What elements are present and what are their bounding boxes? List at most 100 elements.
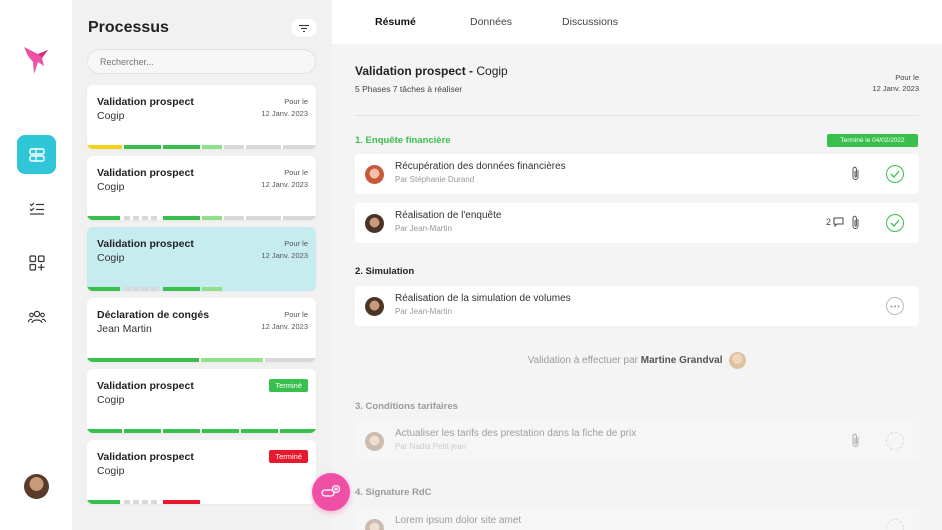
progress-segment [124,429,161,433]
tab-resume[interactable]: Résumé [375,16,416,28]
card-subtitle: Jean Martin [97,323,152,335]
progress-segment [163,145,200,149]
progress-segment [142,287,148,291]
card-due: Pour le 12 Janv. 2023 [261,167,308,191]
card-due: Pour le 12 Janv. 2023 [261,96,308,120]
tab-donnees[interactable]: Données [470,16,512,28]
task-row[interactable]: Réalisation de l'enquête Par Jean-Martin… [355,203,919,243]
progress-segment [163,429,200,433]
comments-number: 2 [826,217,832,227]
process-card[interactable]: Validation prospect Cogip Pour le 12 Janv. … [87,227,316,291]
search-input[interactable] [87,49,316,74]
attachment-icon[interactable] [851,166,861,181]
card-subtitle: Cogip [97,394,125,406]
process-card[interactable]: Validation prospect Cogip Pour le 12 Janv. … [87,156,316,220]
progress-segment [283,216,316,220]
card-due-date: 12 Janv. 2023 [261,109,308,118]
task-row[interactable]: Réalisation de la simulation de volumes … [355,286,919,326]
apps-add-icon [28,254,45,271]
phase-2-title: 2. Simulation [355,266,415,277]
task-assignee: Par Stéphanie Durand [395,175,475,184]
progress-segment [151,287,157,291]
card-title: Validation prospect [97,96,194,108]
progress-segment [224,216,244,220]
progress-segment [87,429,122,433]
status-badge: Terminé [269,450,308,463]
attachment-icon[interactable] [851,215,861,230]
phase-1-done-badge: Terminé le 04/02/2022 [827,134,918,147]
list-title: Processus [88,19,169,36]
card-subtitle: Cogip [97,465,125,477]
assignee-avatar [365,432,384,451]
task-assignee: Par Jean-Martin [395,224,452,233]
progress-bar [87,429,316,433]
task-pending-icon[interactable] [886,297,904,315]
card-title: Validation prospect [97,238,194,250]
progress-segment [87,500,120,504]
nav-rail [0,0,72,530]
card-due: Pour le 12 Janv. 2023 [261,309,308,333]
process-card[interactable]: Validation prospect Cogip Terminé [87,440,316,504]
due-label: Pour le [895,73,919,82]
card-due: Pour le 12 Janv. 2023 [261,238,308,262]
progress-segment [87,145,122,149]
phase-4-title: 4. Signature RdC [355,487,432,498]
process-due: Pour le 12 Janv. 2023 [872,72,919,94]
process-card[interactable]: Déclaration de congés Jean Martin Pour le 1… [87,298,316,362]
rail-tasks-button[interactable] [17,189,56,228]
card-title: Déclaration de congés [97,309,210,321]
phase-3-title: 3. Conditions tarifaires [355,401,458,412]
process-card[interactable]: Validation prospect Cogip Pour le 12 Janv. … [87,85,316,149]
card-title: Validation prospect [97,380,194,392]
task-todo-icon[interactable] [886,519,904,530]
progress-bar [87,216,316,220]
task-title: Lorem ipsum dolor site amet [395,515,522,526]
task-title: Récupération des données financières [395,161,566,172]
rail-users-button[interactable] [17,297,56,336]
task-done-check-icon[interactable] [886,214,904,232]
progress-segment [163,500,200,504]
rail-apps-button[interactable] [17,243,56,282]
add-process-button[interactable] [312,473,350,511]
card-due-date: 12 Janv. 2023 [261,180,308,189]
filter-icon [299,24,309,32]
phase-1-title: 1. Enquête financière [355,135,451,146]
assignee-avatar [365,519,384,530]
bird-logo-icon[interactable] [22,44,50,76]
attachment-icon[interactable] [851,433,861,448]
rail-processes-button[interactable] [17,135,56,174]
task-row[interactable]: Récupération des données financières Par… [355,154,919,194]
card-due-date: 12 Janv. 2023 [261,251,308,260]
task-title: Réalisation de l'enquête [395,210,502,221]
task-row[interactable]: Actualiser les tarifs des prestation dan… [355,421,919,461]
progress-segment [246,216,281,220]
progress-segment [201,358,263,362]
progress-segment [202,287,222,291]
task-title: Réalisation de la simulation de volumes [395,293,571,304]
comments-count[interactable]: 2 [826,217,844,227]
progress-segment [246,145,281,149]
process-card[interactable]: Validation prospect Cogip Terminé [87,369,316,433]
card-due-label: Pour le [284,168,308,177]
checklist-icon [29,202,44,215]
task-title: Actualiser les tarifs des prestation dan… [395,428,637,439]
progress-segment [163,287,200,291]
user-avatar[interactable] [24,474,49,499]
comment-icon [833,217,844,227]
progress-segment [224,287,316,291]
progress-segment [142,500,148,504]
progress-segment [151,500,157,504]
progress-segment [124,145,161,149]
users-icon [27,310,46,323]
task-row[interactable]: Lorem ipsum dolor site amet [355,508,919,530]
card-due-label: Pour le [284,310,308,319]
tab-discussions[interactable]: Discussions [562,16,618,28]
progress-segment [224,145,244,149]
filter-button[interactable] [291,19,317,37]
card-title: Validation prospect [97,451,194,463]
task-done-check-icon[interactable] [886,165,904,183]
progress-segment [133,287,139,291]
task-todo-icon[interactable] [886,432,904,450]
status-badge: Terminé [269,379,308,392]
progress-segment [241,429,278,433]
